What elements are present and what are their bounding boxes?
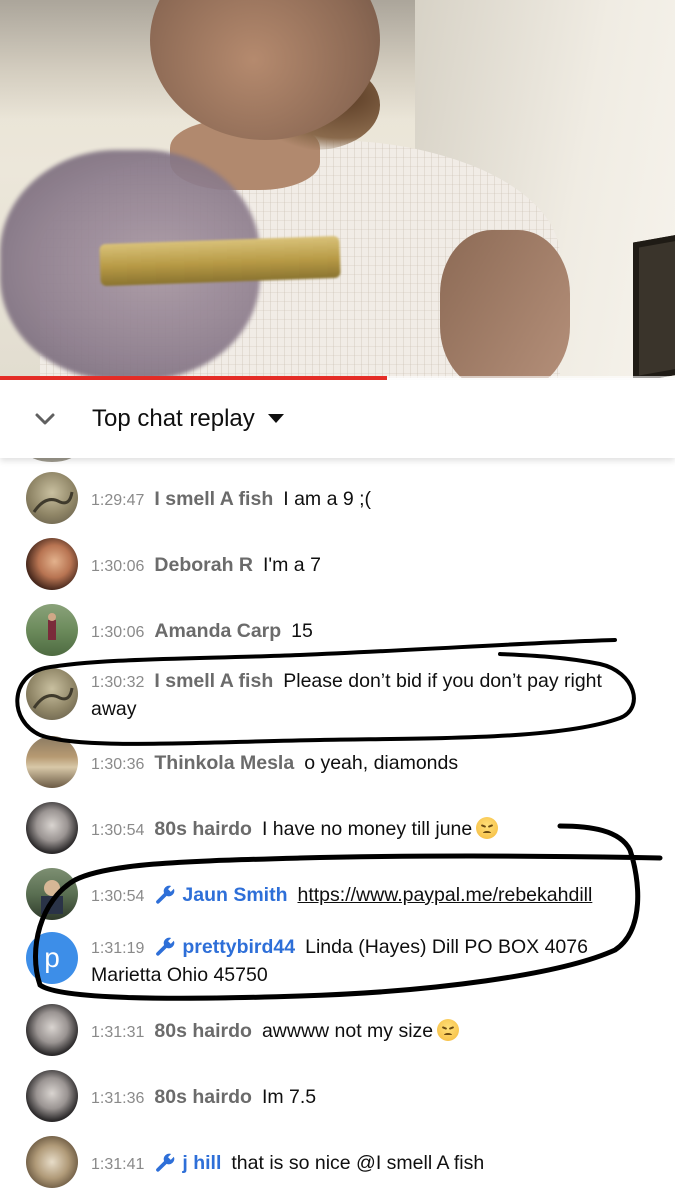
message-author[interactable]: 80s hairdo bbox=[154, 1086, 252, 1108]
avatar[interactable]: p bbox=[26, 932, 78, 984]
avatar[interactable] bbox=[26, 538, 78, 590]
wrench-icon bbox=[154, 935, 176, 957]
message-line: 1:30:32 I smell A fish Please don’t bid if… bbox=[91, 668, 651, 722]
video-player[interactable] bbox=[0, 0, 675, 378]
avatar[interactable] bbox=[26, 668, 78, 720]
avatar[interactable] bbox=[26, 472, 78, 524]
message-body: Im 7.5 bbox=[261, 1086, 317, 1108]
avatar[interactable] bbox=[26, 868, 78, 920]
message-body: awwww not my size bbox=[261, 1020, 434, 1042]
message-line: 1:30:54 80s hairdo I have no money till ju… bbox=[91, 816, 651, 844]
message-author[interactable]: Amanda Carp bbox=[154, 620, 281, 642]
message-body: I am a 9 ;( bbox=[283, 488, 372, 510]
message-timestamp: 1:31:19 bbox=[91, 940, 145, 957]
video-gold-tin bbox=[99, 235, 341, 287]
message-timestamp: 1:31:36 bbox=[91, 1090, 145, 1107]
avatar bbox=[26, 458, 78, 462]
message-line: 1:31:41 j hill that is so nice @I smell A … bbox=[91, 1150, 651, 1178]
wrench-icon bbox=[154, 883, 176, 905]
disappointed-face-icon bbox=[476, 817, 499, 839]
message-line: 1:30:06 Amanda Carp 15 bbox=[91, 618, 651, 646]
message-author[interactable]: Thinkola Mesla bbox=[154, 752, 294, 774]
message-line: 1:30:54 Jaun Smith https://www.paypal.me/r… bbox=[91, 882, 651, 910]
video-person-arm bbox=[440, 230, 570, 378]
message-line: 1:31:36 80s hairdo Im 7.5 bbox=[91, 1084, 651, 1112]
message-body: that is so nice @I smell A fish bbox=[231, 1152, 485, 1174]
message-author[interactable]: 80s hairdo bbox=[154, 818, 252, 840]
chat-header: Top chat replay bbox=[0, 380, 675, 458]
avatar[interactable] bbox=[26, 1004, 78, 1056]
message-line: 1:31:31 80s hairdo awwww not my size bbox=[91, 1018, 651, 1046]
message-author[interactable]: Jaun Smith bbox=[182, 884, 287, 906]
avatar[interactable] bbox=[26, 1070, 78, 1122]
message-link[interactable]: https://www.paypal.me/rebekahdill bbox=[298, 884, 593, 906]
message-timestamp: 1:31:31 bbox=[91, 1024, 145, 1041]
message-timestamp: 1:30:06 bbox=[91, 558, 145, 575]
wrench-icon bbox=[154, 1151, 176, 1173]
message-line: 1:30:06 Deborah R I'm a 7 bbox=[91, 552, 651, 580]
message-author[interactable]: I smell A fish bbox=[154, 670, 273, 692]
message-body: o yeah, diamonds bbox=[304, 752, 459, 774]
disappointed-face-icon bbox=[437, 1019, 460, 1041]
message-line: 1:30:36 Thinkola Mesla o yeah, diamonds bbox=[91, 750, 651, 778]
message-timestamp: 1:29:47 bbox=[91, 492, 145, 509]
message-line: 1:29:47 I smell A fish I am a 9 ;( bbox=[91, 486, 651, 514]
video-wall-picture bbox=[633, 233, 675, 378]
message-line: 1:31:19 prettybird44 Linda (Hayes) Dill PO… bbox=[91, 934, 651, 988]
chat-message-list[interactable]: 1:29:47 I smell A fish I am a 9 ;( 1:30:06… bbox=[0, 458, 675, 1200]
avatar[interactable] bbox=[26, 802, 78, 854]
message-timestamp: 1:30:32 bbox=[91, 674, 145, 691]
chevron-down-icon[interactable] bbox=[28, 402, 62, 436]
message-timestamp: 1:30:54 bbox=[91, 822, 145, 839]
avatar[interactable] bbox=[26, 604, 78, 656]
avatar[interactable] bbox=[26, 1136, 78, 1188]
message-body: I'm a 7 bbox=[263, 554, 321, 576]
message-timestamp: 1:31:41 bbox=[91, 1156, 145, 1173]
message-author[interactable]: prettybird44 bbox=[182, 936, 295, 958]
message-author[interactable]: I smell A fish bbox=[154, 488, 273, 510]
message-author[interactable]: j hill bbox=[182, 1152, 221, 1174]
chat-mode-title[interactable]: Top chat replay bbox=[92, 404, 255, 434]
message-body: 15 bbox=[291, 620, 313, 642]
avatar[interactable] bbox=[26, 736, 78, 788]
message-author[interactable]: Deborah R bbox=[154, 554, 253, 576]
caret-down-icon[interactable] bbox=[268, 414, 284, 423]
message-body: I have no money till june bbox=[261, 818, 473, 840]
message-timestamp: 1:30:06 bbox=[91, 624, 145, 641]
message-timestamp: 1:30:54 bbox=[91, 888, 145, 905]
message-timestamp: 1:30:36 bbox=[91, 756, 145, 773]
message-author[interactable]: 80s hairdo bbox=[154, 1020, 252, 1042]
